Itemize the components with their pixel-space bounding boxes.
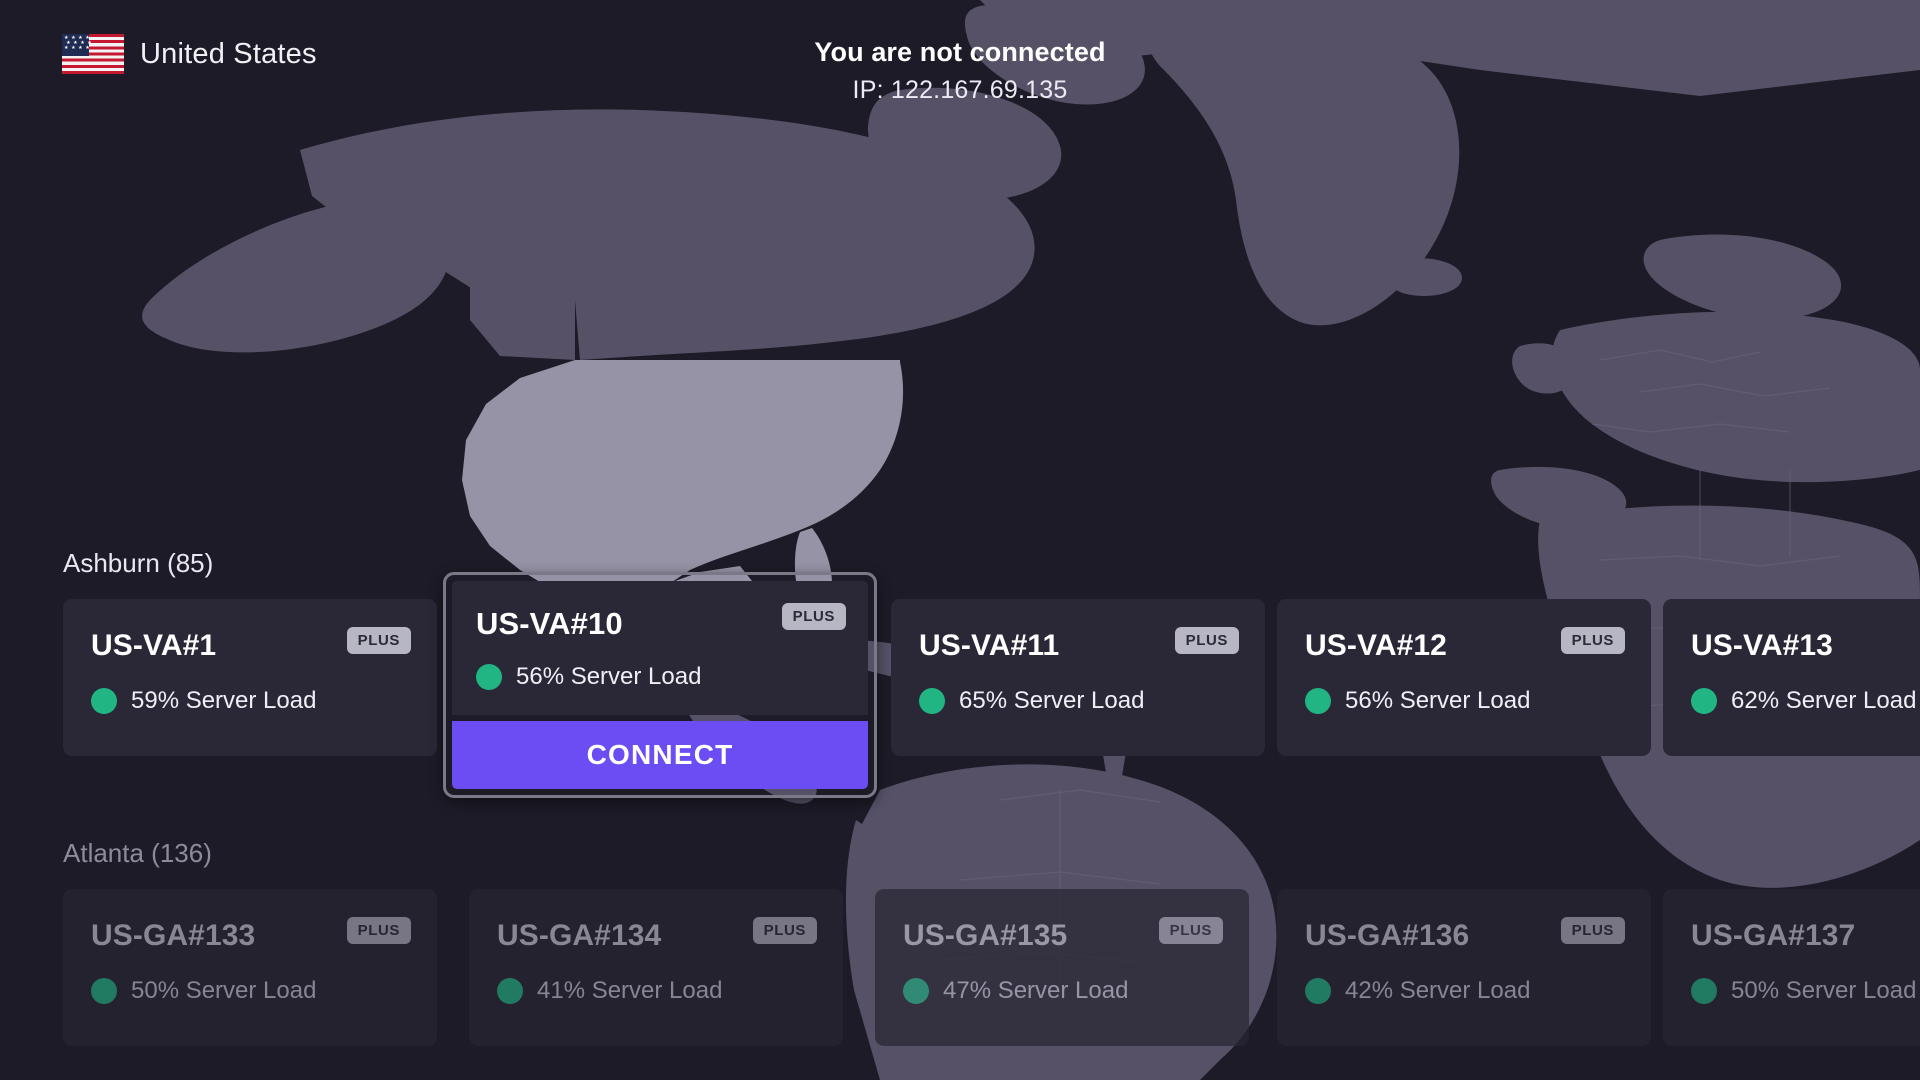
- server-load-row: 62% Server Load: [1691, 687, 1920, 715]
- server-load-label: 59% Server Load: [131, 687, 317, 714]
- server-load-label: 50% Server Load: [1731, 977, 1917, 1004]
- connection-status-title: You are not connected: [814, 37, 1106, 67]
- server-load-row: 41% Server Load: [497, 977, 815, 1005]
- server-card-us-ga-136[interactable]: US-GA#136 PLUS 42% Server Load: [1277, 889, 1651, 1046]
- server-load-row: 59% Server Load: [91, 687, 409, 715]
- server-card-us-ga-133[interactable]: US-GA#133 PLUS 50% Server Load: [63, 889, 437, 1046]
- server-load-status-dot: [1691, 688, 1717, 714]
- plus-badge: PLUS: [752, 917, 817, 944]
- plus-badge: PLUS: [1174, 627, 1239, 654]
- server-load-row: 50% Server Load: [91, 977, 409, 1005]
- server-load-row: 50% Server Load: [1691, 977, 1920, 1005]
- server-card-us-va-11[interactable]: US-VA#11 PLUS 65% Server Load: [891, 599, 1265, 756]
- server-load-label: 65% Server Load: [959, 687, 1145, 714]
- ip-address-label: IP: 122.167.69.135: [852, 76, 1068, 104]
- server-load-label: 50% Server Load: [131, 977, 317, 1004]
- server-load-status-dot: [919, 688, 945, 714]
- server-load-label: 56% Server Load: [516, 663, 702, 690]
- server-load-row: 56% Server Load: [1305, 687, 1623, 715]
- server-load-status-dot: [91, 978, 117, 1004]
- server-load-status-dot: [476, 664, 502, 690]
- server-card-us-ga-137[interactable]: US-GA#137 PLUS 50% Server Load: [1663, 889, 1920, 1046]
- plus-badge: PLUS: [1560, 627, 1625, 654]
- server-card-us-ga-134[interactable]: US-GA#134 PLUS 41% Server Load: [469, 889, 843, 1046]
- server-load-row: 65% Server Load: [919, 687, 1237, 715]
- server-load-row: 42% Server Load: [1305, 977, 1623, 1005]
- server-load-status-dot: [1305, 688, 1331, 714]
- server-load-status-dot: [1691, 978, 1717, 1004]
- plus-badge: PLUS: [1158, 917, 1223, 944]
- server-load-status-dot: [497, 978, 523, 1004]
- server-load-label: 56% Server Load: [1345, 687, 1531, 714]
- server-load-status-dot: [1305, 978, 1331, 1004]
- vpn-app-window: ★ ★ ★ ★ ★ ★ ★ ★ ★ ★ ★ ★ United States Yo…: [0, 0, 1920, 1080]
- plus-badge: PLUS: [1560, 917, 1625, 944]
- connect-button[interactable]: CONNECT: [452, 721, 868, 789]
- server-name: US-GA#137: [1691, 919, 1856, 952]
- server-card-us-va-1[interactable]: US-VA#1 PLUS 59% Server Load: [63, 599, 437, 756]
- plus-badge: PLUS: [346, 627, 411, 654]
- server-load-row: 56% Server Load: [476, 663, 844, 691]
- server-card-us-va-12[interactable]: US-VA#12 PLUS 56% Server Load: [1277, 599, 1651, 756]
- server-card-us-va-13[interactable]: US-VA#13 PLUS 62% Server Load: [1663, 599, 1920, 756]
- server-name: US-VA#13: [1691, 629, 1833, 662]
- plus-badge: PLUS: [346, 917, 411, 944]
- server-card-row-atlanta: US-GA#133 PLUS 50% Server Load US-GA#134…: [0, 889, 1920, 1049]
- server-card-us-ga-135[interactable]: US-GA#135 PLUS 47% Server Load: [875, 889, 1249, 1046]
- connection-status-block: You are not connected IP: 122.167.69.135: [0, 36, 1920, 106]
- server-load-label: 42% Server Load: [1345, 977, 1531, 1004]
- section-title-atlanta: Atlanta (136): [63, 838, 212, 868]
- server-load-status-dot: [903, 978, 929, 1004]
- server-load-row: 47% Server Load: [903, 977, 1221, 1005]
- server-card-us-va-10-selected[interactable]: US-VA#10 PLUS 56% Server Load CONNECT: [443, 572, 877, 798]
- server-load-label: 41% Server Load: [537, 977, 723, 1004]
- section-title-ashburn: Ashburn (85): [63, 548, 214, 578]
- server-card-row-ashburn: US-VA#1 PLUS 59% Server Load US-VA#10 PL…: [0, 572, 1920, 798]
- plus-badge: PLUS: [781, 603, 846, 630]
- server-load-label: 62% Server Load: [1731, 687, 1917, 714]
- server-load-label: 47% Server Load: [943, 977, 1129, 1004]
- server-card-body: US-VA#10 PLUS 56% Server Load: [452, 581, 868, 715]
- server-load-status-dot: [91, 688, 117, 714]
- header-bar: ★ ★ ★ ★ ★ ★ ★ ★ ★ ★ ★ ★ United States Yo…: [0, 0, 1920, 132]
